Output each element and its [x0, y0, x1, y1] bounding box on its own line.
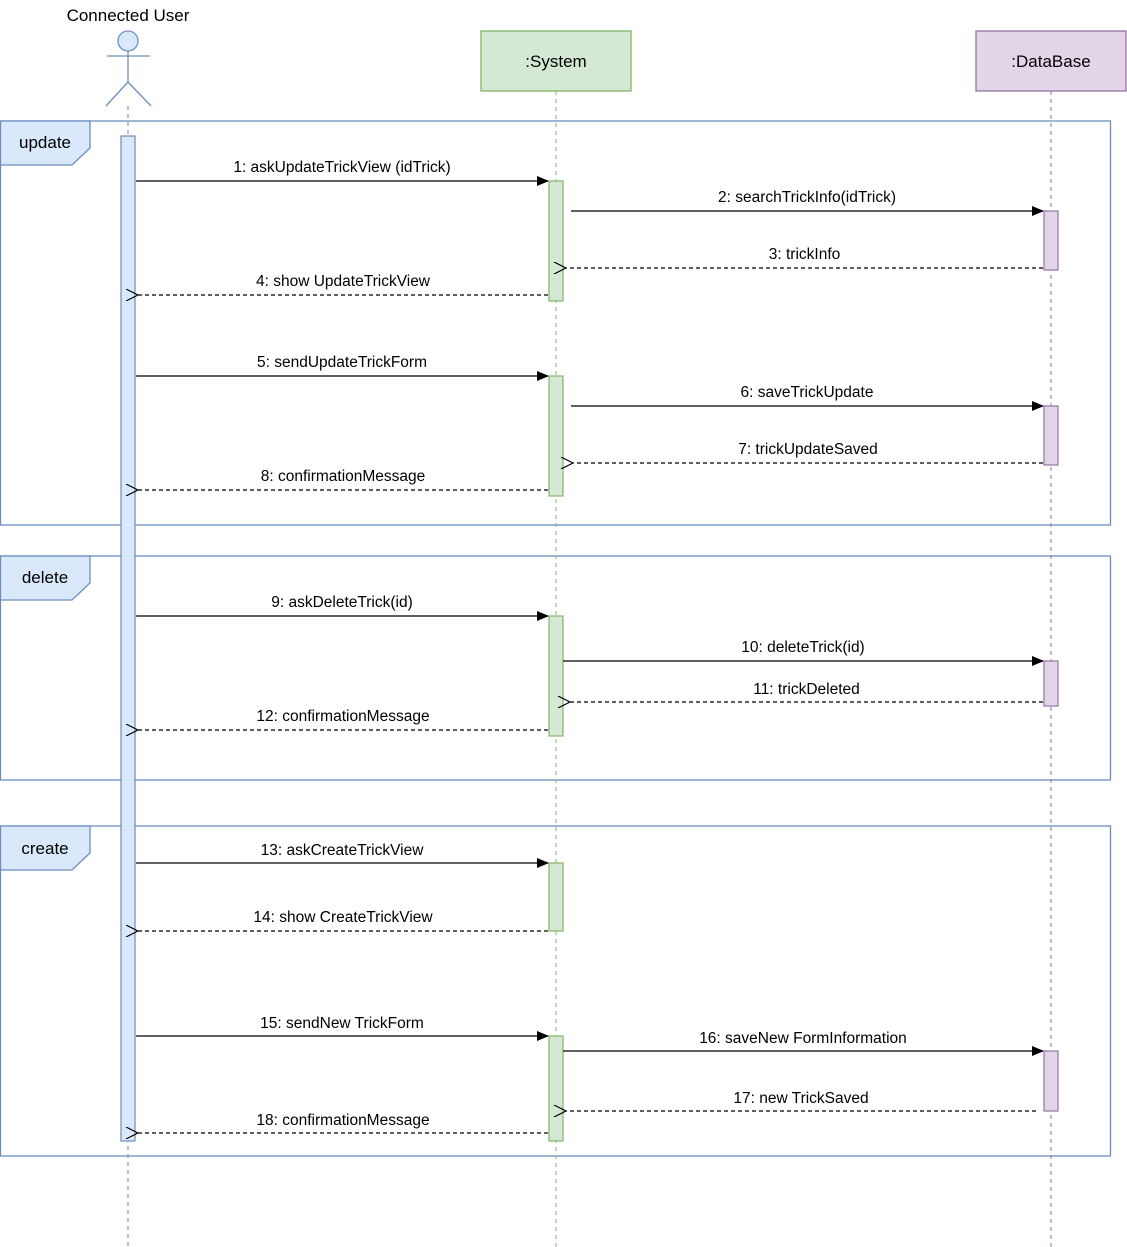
- lifelines-layer: [127, 91, 1052, 1247]
- activation-database-1: [1043, 210, 1059, 271]
- fragment-label-create: create: [21, 839, 68, 858]
- message-label-12: 12: confirmationMessage: [256, 708, 429, 725]
- message-label-18: 18: confirmationMessage: [256, 1112, 429, 1129]
- message-label-2: 2: searchTrickInfo(idTrick): [718, 189, 896, 206]
- message-label-11: 11: trickDeleted: [753, 681, 860, 698]
- participant-system: :System: [480, 30, 632, 92]
- participants-layer: Connected User :System :DataBase: [67, 6, 1127, 107]
- message-15: 15: sendNew TrickForm: [136, 1015, 549, 1041]
- message-18: 18: confirmationMessage: [138, 1112, 548, 1133]
- message-label-14: 14: show CreateTrickView: [253, 909, 433, 926]
- message-6: 6: saveTrickUpdate: [571, 384, 1044, 411]
- message-14: 14: show CreateTrickView: [138, 909, 548, 931]
- message-4: 4: show UpdateTrickView: [138, 273, 548, 295]
- participant-database-name: :DataBase: [1011, 52, 1090, 71]
- message-12: 12: confirmationMessage: [138, 708, 548, 730]
- message-label-15: 15: sendNew TrickForm: [260, 1015, 424, 1032]
- activation-user: [120, 135, 136, 1142]
- message-17: 17: new TrickSaved: [566, 1090, 1036, 1111]
- sequence-diagram: update delete create Connected User:Sys…: [0, 6, 1127, 1247]
- message-11: 11: trickDeleted: [570, 681, 1043, 702]
- participant-user-name: Connected User: [67, 6, 190, 25]
- message-label-9: 9: askDeleteTrick(id): [271, 594, 413, 611]
- message-label-1: 1: askUpdateTrickView (idTrick): [233, 159, 450, 176]
- activation-system-2: [548, 375, 564, 497]
- activation-system-5: [548, 1035, 564, 1142]
- message-label-7: 7: trickUpdateSaved: [738, 441, 878, 458]
- fragment-label-delete: delete: [22, 568, 68, 587]
- message-9: 9: askDeleteTrick(id): [136, 594, 549, 621]
- activation-system-3: [548, 615, 564, 737]
- actor-icon: [105, 30, 152, 107]
- message-8: 8: confirmationMessage: [138, 468, 548, 490]
- activation-database-2: [1043, 405, 1059, 466]
- message-label-6: 6: saveTrickUpdate: [741, 384, 874, 401]
- messages-layer: 1: askUpdateTrickView (idTrick) 2: search…: [136, 159, 1044, 1133]
- participant-database: :DataBase: [975, 30, 1127, 92]
- participant-user: Connected User: [67, 6, 190, 107]
- message-2: 2: searchTrickInfo(idTrick): [571, 189, 1044, 216]
- activation-database-3: [1043, 660, 1059, 707]
- message-16: 16: saveNew FormInformation: [563, 1030, 1044, 1056]
- message-13: 13: askCreateTrickView: [136, 842, 549, 868]
- activation-database-4: [1043, 1050, 1059, 1112]
- message-5: 5: sendUpdateTrickForm: [136, 354, 549, 381]
- message-label-5: 5: sendUpdateTrickForm: [257, 354, 427, 371]
- message-label-4: 4: show UpdateTrickView: [256, 273, 431, 290]
- activation-system-1: [548, 180, 564, 302]
- participant-system-name: :System: [525, 52, 586, 71]
- message-3: 3: trickInfo: [566, 246, 1043, 268]
- message-label-10: 10: deleteTrick(id): [741, 639, 864, 656]
- activation-system-4: [548, 862, 564, 932]
- message-label-8: 8: confirmationMessage: [261, 468, 426, 485]
- message-label-17: 17: new TrickSaved: [733, 1090, 868, 1107]
- fragment-label-update: update: [19, 133, 71, 152]
- message-label-13: 13: askCreateTrickView: [261, 842, 425, 859]
- message-label-3: 3: trickInfo: [769, 246, 841, 263]
- message-label-16: 16: saveNew FormInformation: [699, 1030, 907, 1047]
- message-10: 10: deleteTrick(id): [563, 639, 1044, 666]
- message-7: 7: trickUpdateSaved: [573, 441, 1043, 463]
- message-1: 1: askUpdateTrickView (idTrick): [136, 159, 549, 186]
